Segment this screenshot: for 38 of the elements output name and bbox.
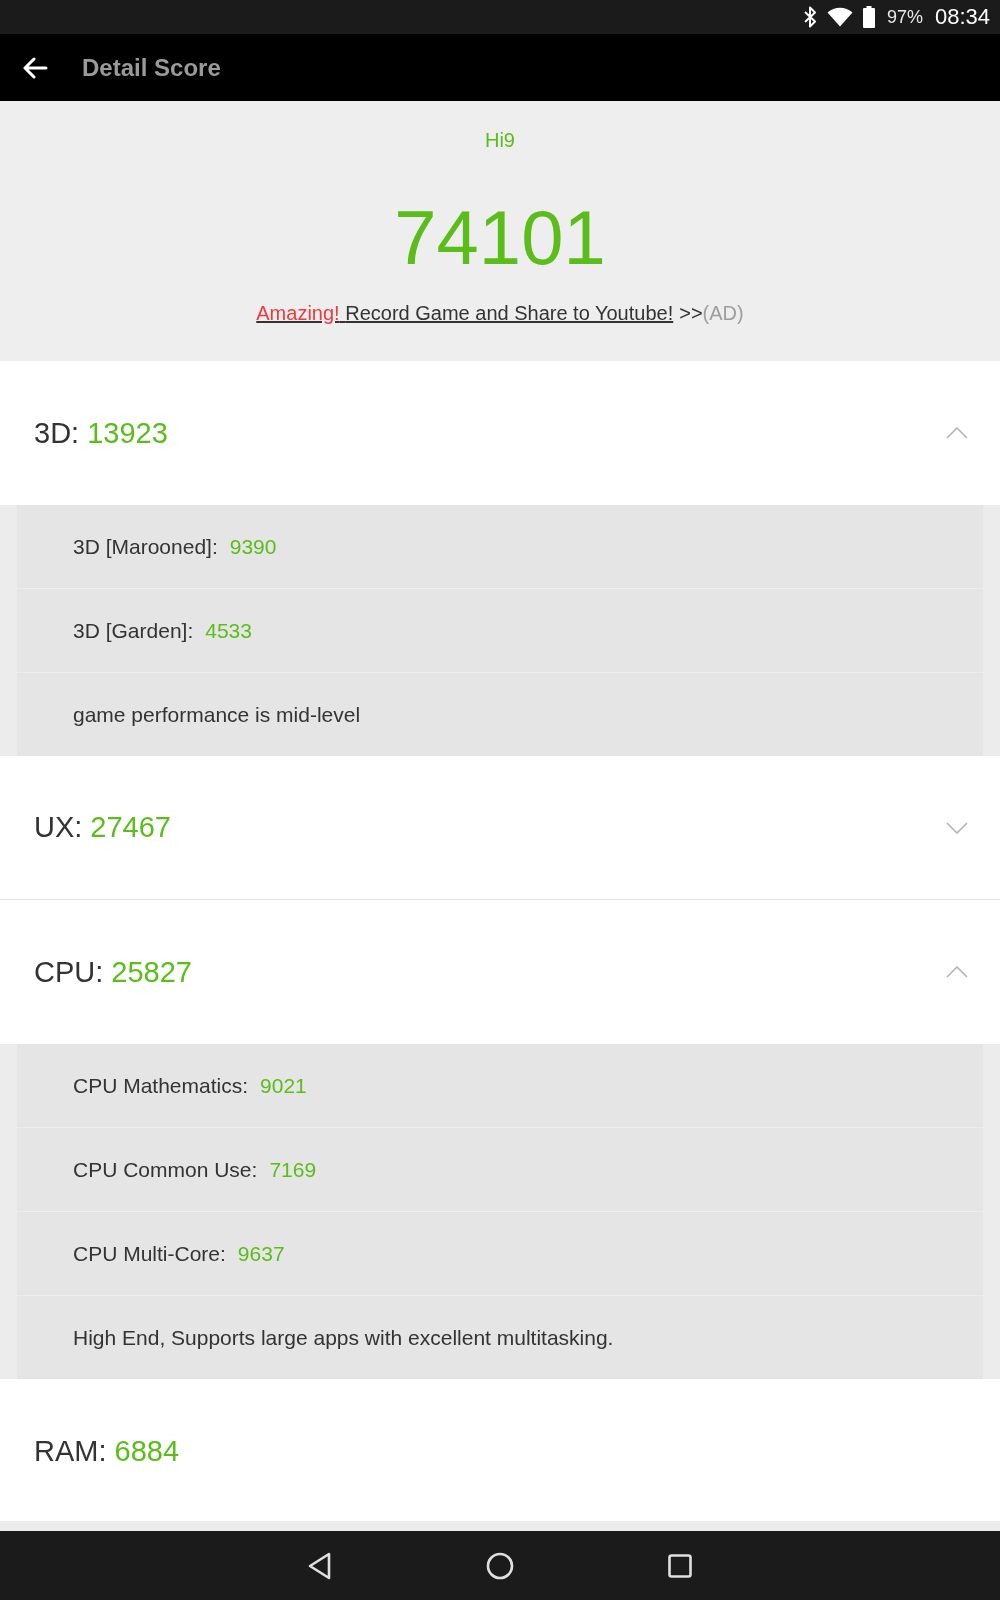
section-score: 25827: [111, 955, 192, 989]
benchmark-score: 9390: [229, 534, 277, 559]
benchmark-label: 3D [Marooned]:: [73, 534, 218, 559]
benchmark-label: CPU Multi-Core:: [73, 1241, 226, 1266]
verdict-text: High End, Supports large apps with excellent multitasking.: [73, 1325, 614, 1350]
device-name: Hi9: [485, 128, 515, 152]
recents-square-icon[interactable]: [668, 1553, 692, 1578]
total-score: 74101: [394, 200, 606, 276]
benchmark-score: 4533: [205, 618, 252, 643]
section-label: RAM:: [34, 1434, 107, 1468]
section-header[interactable]: 3D: 13923: [0, 361, 1000, 505]
benchmark-score: 7169: [269, 1157, 317, 1182]
benchmark-score: 9021: [260, 1073, 307, 1098]
section-score: 27467: [90, 811, 171, 844]
battery-percent: 97%: [886, 6, 923, 28]
benchmark-score: 9637: [237, 1241, 285, 1266]
back-arrow-icon[interactable]: [22, 56, 48, 79]
benchmark-label: CPU Common Use:: [73, 1157, 258, 1182]
section-label: CPU:: [34, 955, 104, 989]
section-label: UX:: [34, 811, 83, 844]
section-header[interactable]: UX: 27467: [0, 756, 1000, 900]
home-circle-icon[interactable]: [486, 1551, 514, 1580]
verdict-text: game performance is mid-level: [73, 702, 361, 727]
ad-link[interactable]: Amazing! Record Game and Share to Youtube!: [256, 301, 674, 325]
wifi-icon: [826, 7, 853, 27]
ad-tag: (AD): [702, 301, 744, 325]
bluetooth-icon: [802, 6, 817, 28]
section-label: 3D:: [34, 416, 80, 450]
screen-title: Detail Score: [82, 53, 221, 82]
back-triangle-icon[interactable]: [308, 1551, 332, 1580]
section-score: 6884: [114, 1434, 179, 1468]
arrow-text: >>: [679, 301, 703, 325]
battery-icon: [862, 6, 875, 28]
section-header[interactable]: CPU: 25827: [0, 900, 1000, 1044]
benchmark-label: CPU Mathematics:: [73, 1073, 249, 1098]
clock-time: 08:34: [934, 4, 990, 30]
benchmark-label: 3D [Garden]:: [73, 618, 194, 643]
section-score: 13923: [87, 416, 168, 450]
